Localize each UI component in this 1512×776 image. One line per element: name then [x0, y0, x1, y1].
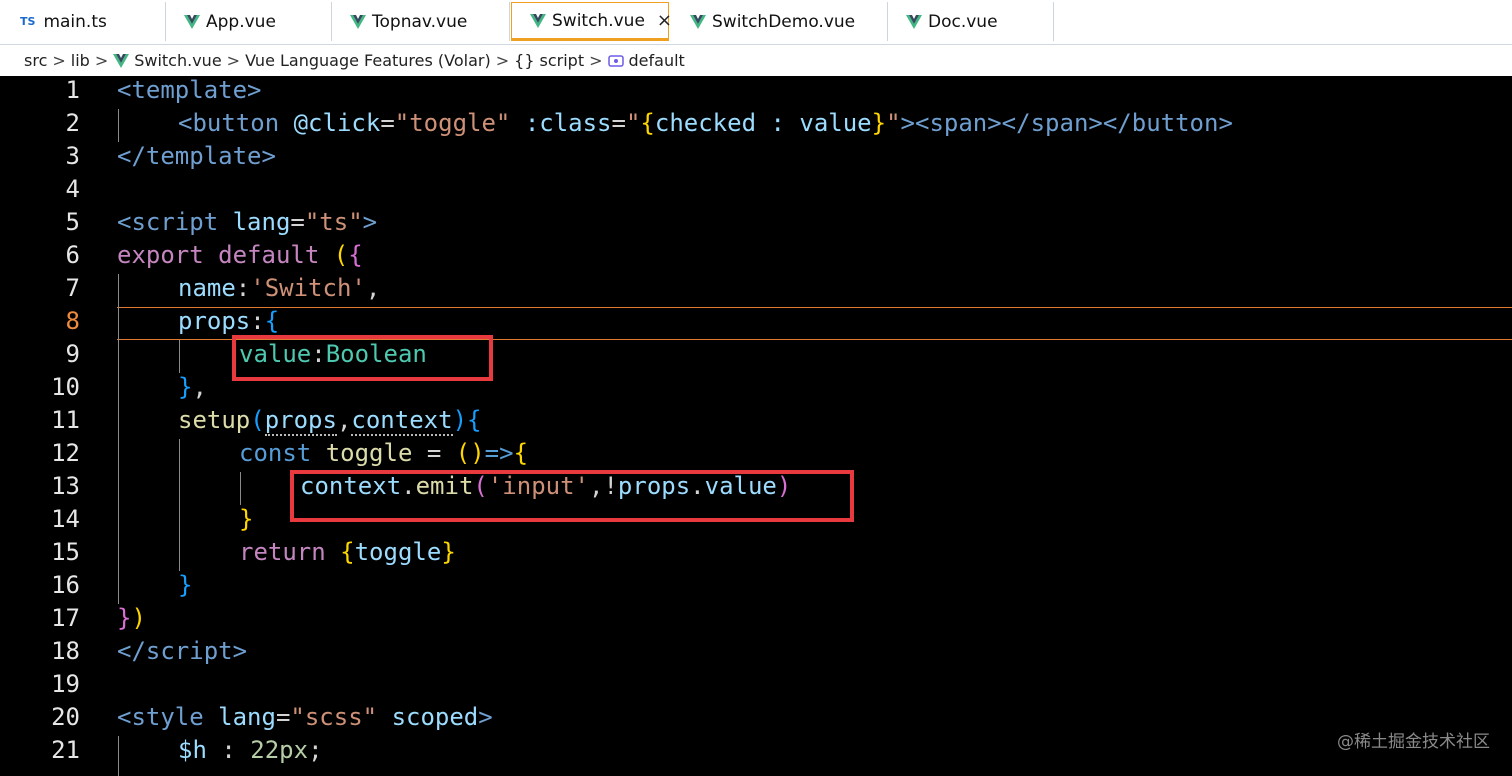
breadcrumb-separator: >: [226, 51, 241, 70]
code-line-15: return {toggle}: [239, 538, 456, 566]
line-number: 7: [65, 274, 80, 302]
code-line-3: </template>: [117, 142, 276, 170]
tab-label: App.vue: [206, 11, 276, 32]
code-line-18: </script>: [117, 637, 248, 665]
vue-file-icon: [350, 14, 366, 29]
symbol-variable-icon: [607, 54, 624, 67]
line-number: 6: [65, 241, 80, 269]
code-line-7: name:'Switch',: [178, 274, 381, 302]
line-number: 21: [51, 736, 80, 764]
watermark: @稀土掘金技术社区: [1337, 732, 1490, 752]
line-number: 2: [65, 109, 80, 137]
tab-app-vue[interactable]: App.vue: [166, 2, 332, 41]
code-line-5: <script lang="ts">: [117, 208, 378, 236]
highlight-box-emit-input: [290, 470, 854, 522]
code-line-21: $h : 22px;: [178, 736, 323, 764]
code-line-14: }: [239, 505, 254, 533]
braces-icon: {}: [514, 51, 535, 70]
tab-main-ts[interactable]: TS main.ts: [0, 2, 166, 41]
code-line-10: },: [178, 373, 207, 401]
line-number: 16: [51, 571, 80, 599]
tab-label: Topnav.vue: [372, 11, 468, 32]
code-line-16: }: [178, 571, 193, 599]
line-number: 14: [51, 505, 80, 533]
line-number: 5: [65, 208, 80, 236]
line-number: 9: [65, 340, 80, 368]
tab-topnav-vue[interactable]: Topnav.vue: [332, 2, 510, 41]
line-number: 3: [65, 142, 80, 170]
tab-doc-vue[interactable]: Doc.vue: [888, 2, 1054, 41]
code-line-17: }): [117, 604, 146, 632]
editor-tab-bar: TS main.ts App.vue Topnav.vue Switch.vue…: [0, 0, 1512, 45]
line-number: 13: [51, 472, 80, 500]
typescript-file-icon: TS: [20, 15, 36, 28]
line-number: 17: [51, 604, 80, 632]
breadcrumb-lib[interactable]: lib: [71, 51, 90, 70]
vue-file-icon: [690, 14, 706, 29]
line-number: 18: [51, 637, 80, 665]
line-number: 4: [65, 175, 80, 203]
highlight-box-value-boolean: [232, 335, 493, 381]
code-line-20: <style lang="scss" scoped>: [117, 703, 493, 731]
line-number: 20: [51, 703, 80, 731]
line-number: 12: [51, 439, 80, 467]
code-line-1: <template>: [117, 76, 262, 104]
line-number: 11: [51, 406, 80, 434]
line-number: 10: [51, 373, 80, 401]
breadcrumb-src[interactable]: src: [24, 51, 47, 70]
vue-file-icon: [113, 53, 130, 68]
tab-label: main.ts: [43, 11, 107, 32]
line-number-current: 8: [65, 307, 80, 335]
code-line-12: const toggle = ()=>{: [239, 439, 529, 467]
code-editor[interactable]: 1 2 3 4 5 6 7 8 9 10 11 12 13 14 15 16 1…: [0, 76, 1512, 776]
breadcrumb: src > lib > Switch.vue > Vue Language Fe…: [0, 45, 1512, 76]
code-line-6: export default ({: [117, 241, 363, 269]
breadcrumb-separator: >: [495, 51, 510, 70]
tab-label: Switch.vue: [552, 10, 645, 31]
code-line-2: <button @click="toggle" :class="{checked…: [178, 109, 1233, 137]
breadcrumb-language-features[interactable]: Vue Language Features (Volar): [245, 51, 491, 70]
tab-switchdemo-vue[interactable]: SwitchDemo.vue: [672, 2, 888, 41]
tab-switch-vue[interactable]: Switch.vue ×: [511, 2, 672, 41]
breadcrumb-script[interactable]: script: [540, 51, 585, 70]
close-icon[interactable]: ×: [657, 10, 672, 31]
line-number: 19: [51, 670, 80, 698]
code-line-11: setup(props,context){: [178, 406, 482, 436]
tab-label: Doc.vue: [928, 11, 998, 32]
tab-label: SwitchDemo.vue: [712, 11, 856, 32]
breadcrumb-default[interactable]: default: [629, 51, 685, 70]
breadcrumb-separator: >: [52, 51, 66, 70]
line-number: 1: [65, 76, 80, 104]
vue-file-icon: [184, 14, 200, 29]
line-number: 15: [51, 538, 80, 566]
breadcrumb-separator: >: [94, 51, 109, 70]
vue-file-icon: [530, 13, 546, 28]
breadcrumb-separator: >: [589, 51, 603, 70]
breadcrumb-file[interactable]: Switch.vue: [134, 51, 221, 70]
code-line-8: props:{: [178, 307, 280, 335]
vue-file-icon: [906, 14, 922, 29]
